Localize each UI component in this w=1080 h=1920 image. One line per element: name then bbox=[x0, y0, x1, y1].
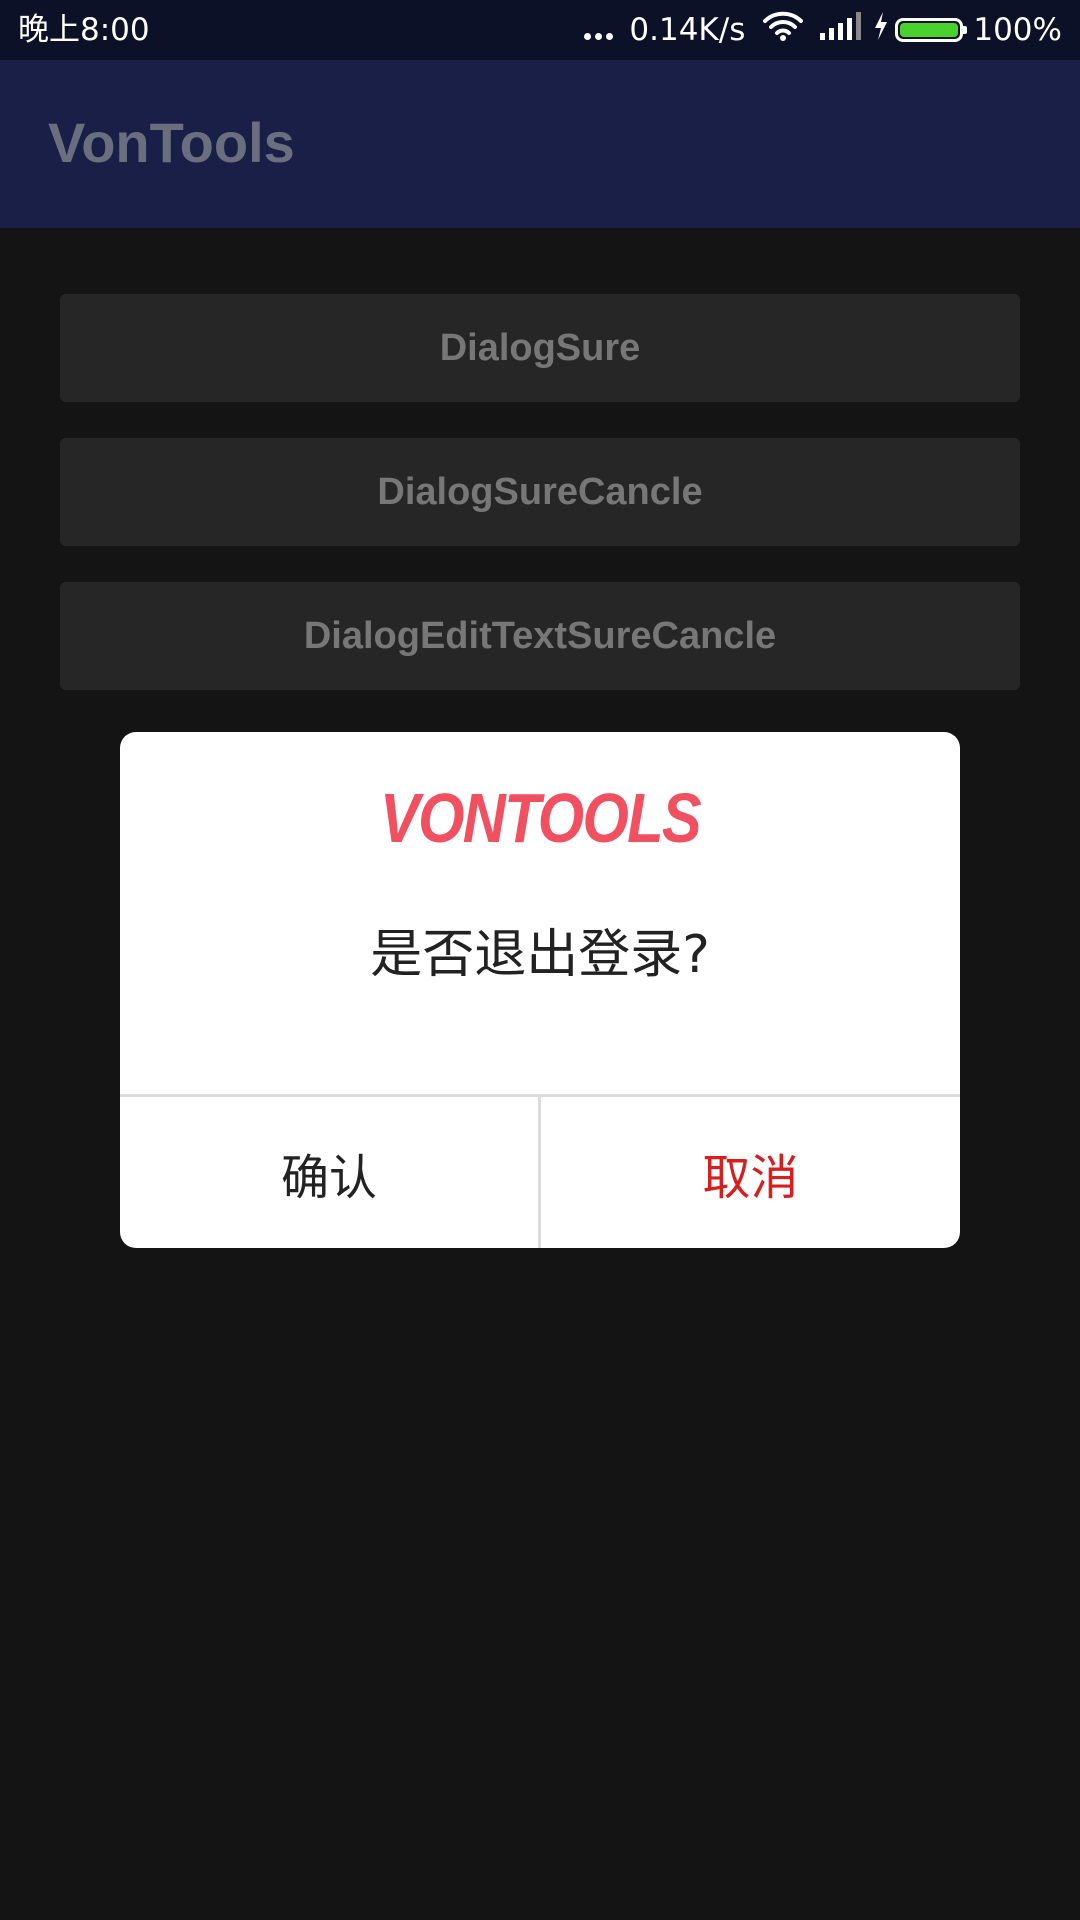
dialog-message: 是否退出登录? bbox=[370, 925, 710, 985]
battery-percent: 100% bbox=[973, 12, 1062, 48]
signal-icon bbox=[819, 11, 863, 49]
status-time: 晚上8:00 bbox=[18, 12, 150, 48]
svg-text:VONTOOLS: VONTOOLS bbox=[380, 779, 701, 857]
status-indicators: 0.14K/s 100% bbox=[584, 10, 1062, 50]
status-bar: 晚上8:00 0.14K/s 100% bbox=[0, 0, 1080, 60]
vontools-logo: VONTOOLS bbox=[380, 779, 703, 857]
dialog-edittext-sure-cancel-button[interactable]: DialogEditTextSureCancle bbox=[60, 582, 1020, 690]
network-speed: 0.14K/s bbox=[629, 12, 746, 48]
cancel-button[interactable]: 取消 bbox=[541, 1097, 960, 1248]
app-bar: VonTools bbox=[0, 60, 1080, 228]
more-dots-icon bbox=[584, 21, 617, 40]
battery-level-fill bbox=[900, 23, 959, 37]
logout-dialog: VONTOOLS 是否退出登录? 确认 取消 bbox=[120, 732, 960, 1248]
wifi-icon bbox=[763, 10, 804, 50]
app-title: VonTools bbox=[48, 111, 295, 174]
battery-icon bbox=[895, 18, 968, 42]
confirm-button[interactable]: 确认 bbox=[120, 1097, 538, 1248]
charging-icon bbox=[873, 11, 889, 49]
dialog-sure-button[interactable]: DialogSure bbox=[60, 294, 1020, 402]
dialog-sure-cancel-button[interactable]: DialogSureCancle bbox=[60, 438, 1020, 546]
